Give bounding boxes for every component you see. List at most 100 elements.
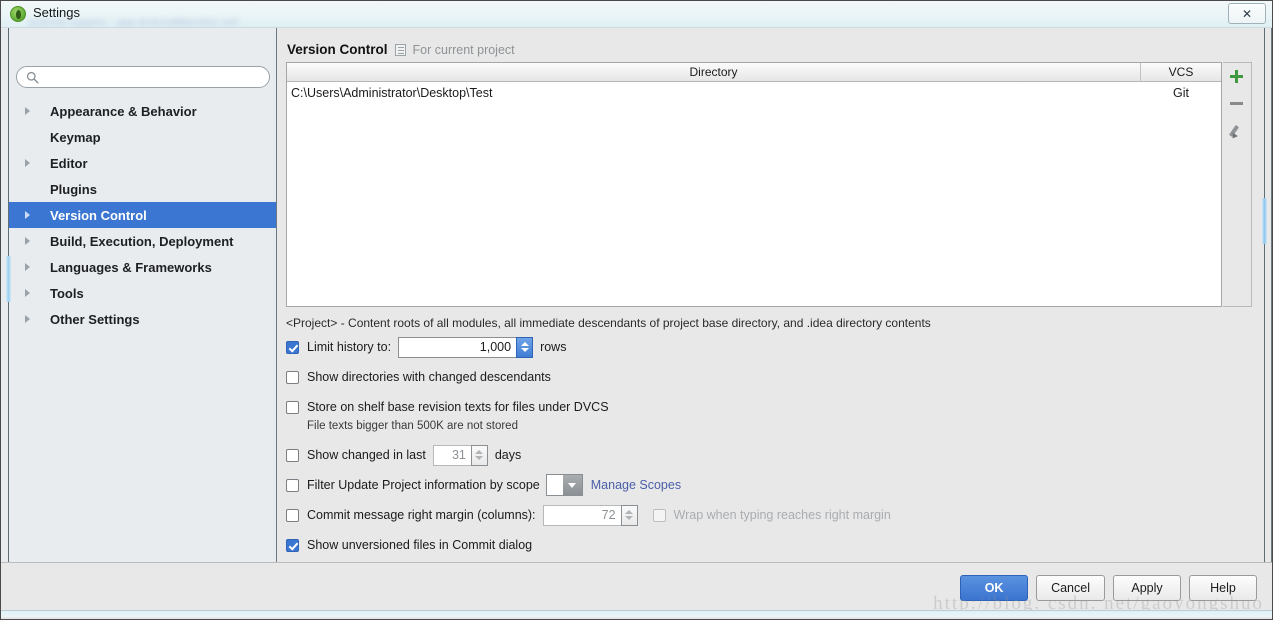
chevron-down-icon bbox=[475, 456, 484, 460]
panel-scrollbar[interactable] bbox=[1262, 198, 1267, 244]
sidebar-item-editor[interactable]: Editor bbox=[9, 150, 276, 176]
column-header-directory[interactable]: Directory bbox=[287, 63, 1141, 81]
show-unversioned-checkbox[interactable] bbox=[286, 538, 299, 552]
page-title: Version Control bbox=[287, 42, 388, 57]
close-icon[interactable]: ✕ bbox=[1228, 3, 1266, 24]
chevron-down-icon[interactable] bbox=[562, 475, 582, 495]
pencil-icon bbox=[1230, 124, 1244, 138]
store-on-shelf-hint: File texts bigger than 500K are not stor… bbox=[307, 420, 518, 432]
directory-table: Directory VCS C:\Users\Administrator\Des… bbox=[286, 62, 1222, 307]
filter-update-checkbox[interactable] bbox=[286, 478, 299, 492]
dialog-body: Appearance & Behavior Keymap Editor Plugins… bbox=[1, 28, 1272, 562]
help-button[interactable]: Help bbox=[1189, 575, 1257, 601]
panel-header: Version Control For current project bbox=[287, 42, 515, 57]
cell-vcs: Git bbox=[1173, 86, 1189, 100]
sidebar-item-label: Languages & Frameworks bbox=[50, 259, 212, 275]
table-row[interactable]: C:\Users\Administrator\Desktop\Test Git bbox=[287, 82, 1221, 104]
chevron-right-icon[interactable] bbox=[25, 263, 30, 271]
plus-icon bbox=[1230, 70, 1243, 83]
chevron-up-icon bbox=[625, 510, 634, 514]
dialog-footer: OK Cancel Apply Help http://blog. csdn. net… bbox=[1, 562, 1272, 617]
store-on-shelf-label: Store on shelf base revision texts for f… bbox=[307, 400, 609, 414]
show-changed-stepper[interactable]: 31 bbox=[432, 444, 488, 466]
settings-sidebar: Appearance & Behavior Keymap Editor Plugins… bbox=[1, 28, 277, 562]
wrap-typing-checkbox[interactable] bbox=[652, 508, 666, 522]
scope-select[interactable] bbox=[545, 474, 583, 496]
commit-margin-arrows[interactable] bbox=[620, 504, 638, 526]
ok-button[interactable]: OK bbox=[960, 575, 1029, 601]
store-on-shelf-checkbox[interactable] bbox=[286, 400, 299, 414]
sidebar-item-tools[interactable]: Tools bbox=[9, 280, 276, 306]
show-changed-label: Show changed in last bbox=[307, 448, 426, 462]
minus-icon bbox=[1230, 102, 1243, 105]
chevron-right-icon[interactable] bbox=[25, 159, 30, 167]
sidebar-item-languages-frameworks[interactable]: Languages & Frameworks bbox=[9, 254, 276, 280]
wrap-typing-label: Wrap when typing reaches right margin bbox=[673, 508, 891, 522]
commit-margin-label: Commit message right margin (columns): bbox=[307, 508, 536, 522]
limit-history-arrows[interactable] bbox=[516, 336, 534, 358]
android-studio-icon bbox=[10, 6, 26, 22]
chevron-up-icon bbox=[475, 450, 484, 454]
show-changed-arrows[interactable] bbox=[470, 444, 488, 466]
dialog-buttons: OK Cancel Apply Help bbox=[960, 575, 1257, 601]
chevron-down-icon bbox=[520, 348, 529, 352]
limit-history-checkbox[interactable] bbox=[286, 340, 299, 354]
option-show-directories: Show directories with changed descendant… bbox=[286, 366, 1251, 388]
sidebar-item-keymap[interactable]: Keymap bbox=[9, 124, 276, 150]
cancel-button[interactable]: Cancel bbox=[1036, 575, 1105, 601]
sidebar-item-plugins[interactable]: Plugins bbox=[9, 176, 276, 202]
version-control-panel: Version Control For current project Dire… bbox=[277, 28, 1272, 562]
apply-button[interactable]: Apply bbox=[1113, 575, 1181, 601]
sidebar-item-label: Version Control bbox=[50, 207, 147, 223]
chevron-right-icon[interactable] bbox=[25, 289, 30, 297]
chevron-down-icon bbox=[625, 516, 634, 520]
column-header-vcs[interactable]: VCS bbox=[1141, 63, 1221, 81]
show-directories-checkbox[interactable] bbox=[286, 370, 299, 384]
chevron-right-icon[interactable] bbox=[25, 237, 30, 245]
commit-margin-checkbox[interactable] bbox=[286, 508, 299, 522]
chevron-right-icon[interactable] bbox=[25, 315, 30, 323]
show-changed-checkbox[interactable] bbox=[286, 448, 299, 462]
table-header-row: Directory VCS bbox=[287, 63, 1221, 82]
sidebar-item-label: Build, Execution, Deployment bbox=[50, 233, 234, 249]
add-directory-button[interactable] bbox=[1223, 63, 1250, 90]
sidebar-item-other-settings[interactable]: Other Settings bbox=[9, 306, 276, 332]
manage-scopes-link[interactable]: Manage Scopes bbox=[591, 478, 681, 492]
settings-tree: Appearance & Behavior Keymap Editor Plugins… bbox=[9, 98, 276, 332]
show-changed-suffix: days bbox=[494, 448, 522, 462]
limit-history-stepper[interactable]: 1,000 bbox=[398, 336, 534, 358]
commit-margin-value[interactable]: 72 bbox=[542, 504, 621, 526]
commit-margin-stepper[interactable]: 72 bbox=[542, 504, 638, 526]
remove-directory-button[interactable] bbox=[1223, 90, 1250, 117]
window-bottom-edge bbox=[1, 610, 1272, 617]
limit-history-value[interactable]: 1,000 bbox=[398, 336, 517, 358]
scope-select-value bbox=[547, 475, 563, 495]
sidebar-item-label: Tools bbox=[50, 285, 84, 301]
chevron-right-icon[interactable] bbox=[25, 211, 30, 219]
search-box[interactable] bbox=[16, 66, 270, 88]
show-directories-label: Show directories with changed descendant… bbox=[307, 370, 551, 384]
limit-history-label: Limit history to: bbox=[307, 340, 392, 354]
chevron-right-icon[interactable] bbox=[25, 107, 30, 115]
sidebar-item-version-control[interactable]: Version Control bbox=[9, 202, 276, 228]
cell-directory: C:\Users\Administrator\Desktop\Test bbox=[291, 86, 493, 100]
panel-subtitle: For current project bbox=[412, 42, 515, 57]
sidebar-item-label: Appearance & Behavior bbox=[50, 103, 197, 119]
option-show-changed-in-last: Show changed in last 31 days bbox=[286, 444, 1251, 466]
sidebar-item-label: Editor bbox=[50, 155, 88, 171]
filter-update-label: Filter Update Project information by sco… bbox=[307, 478, 540, 492]
show-changed-value[interactable]: 31 bbox=[432, 444, 471, 466]
search-input[interactable] bbox=[44, 69, 262, 87]
option-store-on-shelf: Store on shelf base revision texts for f… bbox=[286, 396, 1251, 418]
table-body: C:\Users\Administrator\Desktop\Test Git bbox=[287, 82, 1221, 104]
chevron-up-icon bbox=[520, 342, 529, 346]
sidebar-item-label: Keymap bbox=[50, 129, 101, 145]
options-list: Limit history to: 1,000 rows Show direct… bbox=[286, 336, 1251, 564]
sidebar-item-appearance-behavior[interactable]: Appearance & Behavior bbox=[9, 98, 276, 124]
settings-window: android support - app AndroidManifest.xm… bbox=[0, 0, 1273, 620]
sidebar-item-build-execution-deployment[interactable]: Build, Execution, Deployment bbox=[9, 228, 276, 254]
option-limit-history: Limit history to: 1,000 rows bbox=[286, 336, 1251, 358]
window-title: Settings bbox=[33, 5, 80, 20]
option-filter-update-project: Filter Update Project information by sco… bbox=[286, 474, 1251, 496]
edit-directory-button[interactable] bbox=[1223, 117, 1250, 144]
